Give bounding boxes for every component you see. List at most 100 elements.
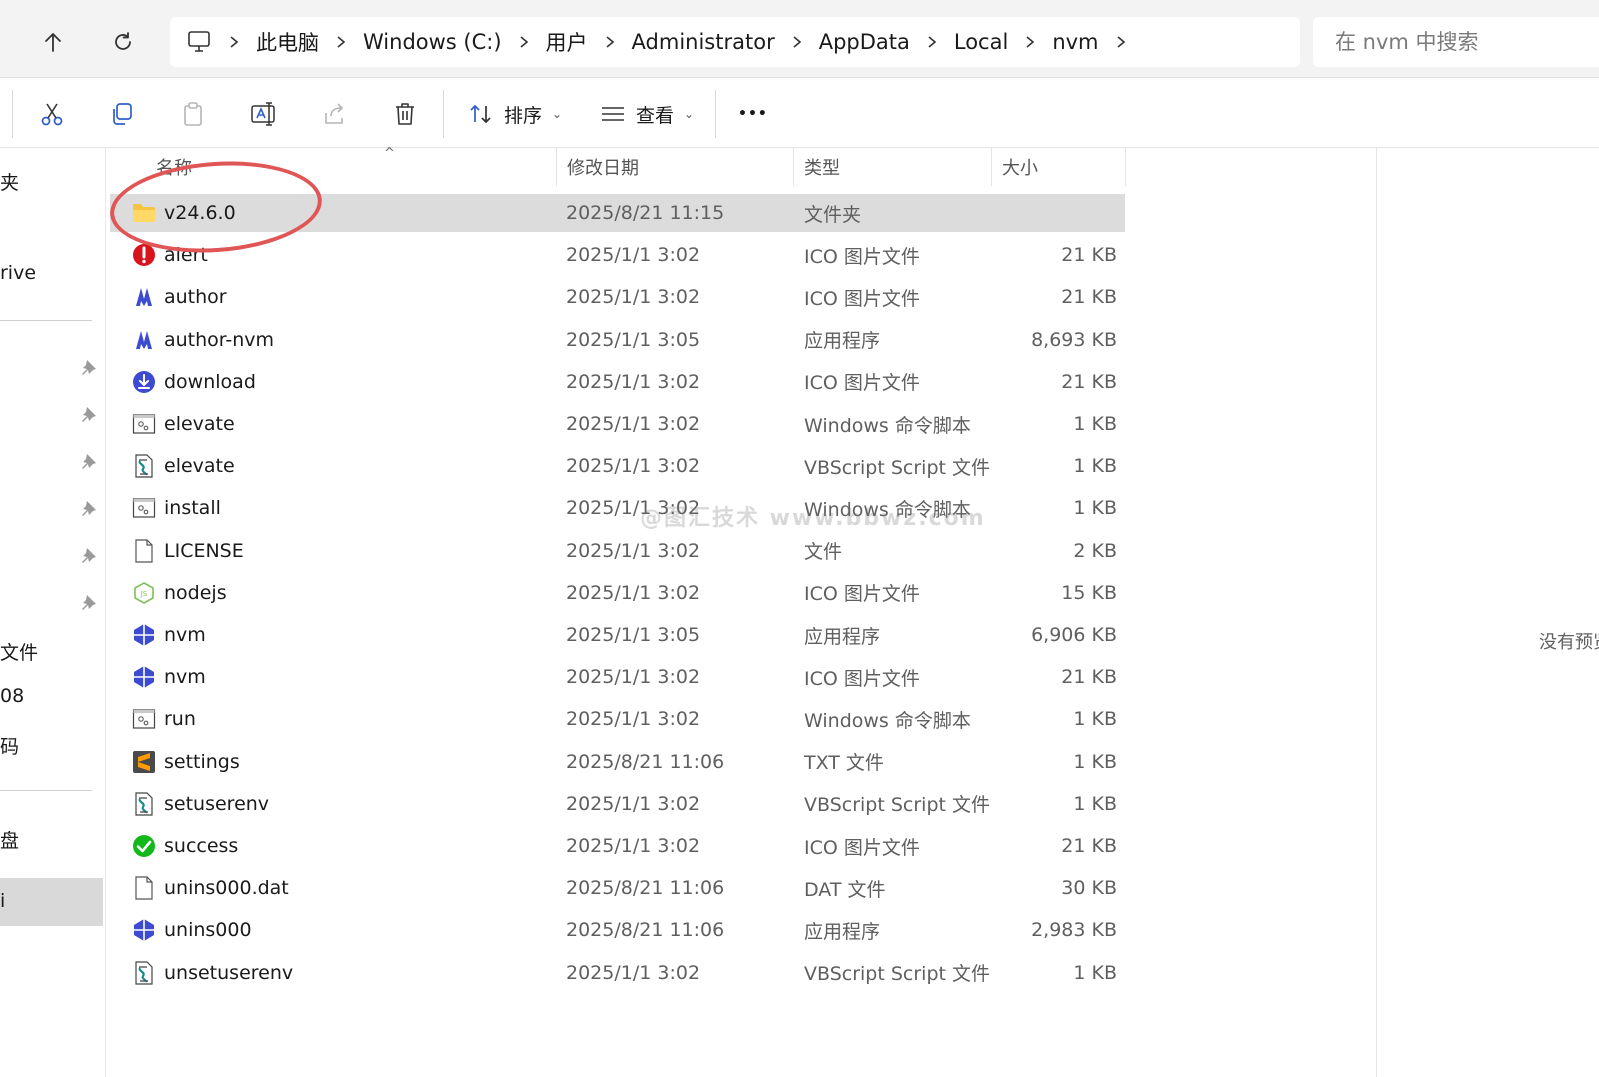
file-name-cell[interactable]: run	[132, 707, 196, 731]
chevron-right-icon[interactable]	[588, 35, 632, 49]
success-icon	[132, 834, 156, 858]
pin-icon	[80, 546, 100, 566]
sort-button[interactable]: 排序 ⌄	[468, 92, 562, 136]
sidebar-divider	[0, 790, 92, 791]
column-header-label: 修改日期	[567, 158, 639, 179]
file-name-cell[interactable]: nvm	[132, 623, 206, 647]
column-header-size[interactable]: 大小	[992, 148, 1126, 186]
file-name-cell[interactable]: author-nvm	[132, 328, 274, 352]
file-row[interactable]: JS nodejs 2025/1/1 3:02 ICO 图片文件 15 KB	[110, 574, 1125, 612]
file-row[interactable]: nvm 2025/1/1 3:05 应用程序 6,906 KB	[110, 616, 1125, 654]
chevron-right-icon[interactable]	[910, 35, 954, 49]
file-name-cell[interactable]: unsetuserenv	[132, 960, 293, 985]
computer-icon[interactable]	[186, 30, 212, 54]
file-name: nvm	[164, 666, 206, 689]
file-type: DAT 文件	[804, 878, 886, 901]
file-row[interactable]: unins000 2025/8/21 11:06 应用程序 2,983 KB	[110, 911, 1125, 949]
sidebar-item-selected[interactable]: i	[0, 878, 103, 926]
file-name-cell[interactable]: success	[132, 834, 238, 858]
view-list-icon	[600, 104, 626, 124]
file-row[interactable]: LICENSE 2025/1/1 3:02 文件 2 KB	[110, 532, 1125, 570]
chevron-right-icon[interactable]	[212, 35, 256, 49]
column-header-label: 类型	[804, 158, 840, 179]
file-name: download	[164, 370, 256, 393]
file-name-cell[interactable]: settings	[132, 750, 240, 774]
file-row[interactable]: unsetuserenv 2025/1/1 3:02 VBScript Script…	[110, 954, 1125, 992]
navigation-pane: 夹 rive 文件 08 码 盘 i	[0, 148, 106, 1077]
file-name-cell[interactable]: author	[132, 285, 227, 309]
file-date: 2025/1/1 3:02	[566, 413, 701, 435]
file-name-cell[interactable]: nvm	[132, 665, 206, 689]
chevron-down-icon: ⌄	[552, 107, 563, 121]
crumb-users[interactable]: 用户	[546, 27, 588, 57]
pin-icon	[80, 405, 100, 425]
sidebar-item-label[interactable]: 08	[0, 685, 24, 707]
file-date: 2025/1/1 3:02	[566, 286, 701, 309]
file-row[interactable]: author-nvm 2025/1/1 3:05 应用程序 8,693 KB	[110, 321, 1125, 359]
sidebar-item-label[interactable]: rive	[0, 262, 36, 284]
sidebar-divider	[0, 320, 92, 321]
file-name-cell[interactable]: elevate	[132, 412, 235, 436]
refresh-icon[interactable]	[103, 22, 143, 62]
cut-icon[interactable]	[30, 92, 74, 136]
crumb-appdata[interactable]: AppData	[819, 30, 910, 54]
sidebar-item-label[interactable]: 文件	[0, 638, 38, 665]
chevron-right-icon[interactable]	[775, 35, 819, 49]
file-name-cell[interactable]: unins000.dat	[132, 876, 289, 900]
file-name-cell[interactable]: JS nodejs	[132, 581, 227, 605]
file-row[interactable]: author 2025/1/1 3:02 ICO 图片文件 21 KB	[110, 278, 1125, 316]
column-header-type[interactable]: 类型	[794, 148, 992, 186]
file-name-cell[interactable]: setuserenv	[132, 792, 269, 816]
crumb-administrator[interactable]: Administrator	[632, 30, 775, 54]
file-name: settings	[164, 750, 240, 773]
up-arrow-icon[interactable]	[33, 22, 73, 62]
file-name-cell[interactable]: download	[132, 370, 256, 394]
share-icon[interactable]	[313, 92, 357, 136]
file-row[interactable]: download 2025/1/1 3:02 ICO 图片文件 21 KB	[110, 363, 1125, 401]
chevron-right-icon[interactable]	[1099, 35, 1143, 49]
file-name-cell[interactable]: unins000	[132, 918, 252, 942]
chevron-right-icon[interactable]	[1008, 35, 1052, 49]
chevron-right-icon[interactable]	[319, 35, 363, 49]
rename-icon[interactable]	[242, 92, 286, 136]
delete-icon[interactable]	[383, 92, 427, 136]
more-options-button[interactable]: •••	[738, 92, 768, 136]
chevron-right-icon[interactable]	[502, 35, 546, 49]
file-date: 2025/8/21 11:15	[566, 202, 725, 224]
file-row[interactable]: setuserenv 2025/1/1 3:02 VBScript Script 文…	[110, 785, 1125, 823]
file-size: 2 KB	[1073, 539, 1117, 562]
crumb-nvm[interactable]: nvm	[1052, 30, 1098, 54]
column-header-date[interactable]: 修改日期	[556, 148, 794, 186]
breadcrumb[interactable]: 此电脑 Windows (C:) 用户 Administrator AppDat…	[170, 17, 1300, 67]
crumb-local[interactable]: Local	[954, 30, 1008, 54]
sidebar-item-label[interactable]: 盘	[0, 826, 19, 853]
file-type: ICO 图片文件	[804, 836, 920, 859]
chevron-down-icon: ⌄	[684, 107, 695, 121]
crumb-windows-c[interactable]: Windows (C:)	[363, 30, 502, 54]
file-name: run	[164, 708, 196, 731]
search-input[interactable]	[1335, 30, 1595, 54]
file-row[interactable]: run 2025/1/1 3:02 Windows 命令脚本 1 KB	[110, 700, 1125, 738]
file-row[interactable]: nvm 2025/1/1 3:02 ICO 图片文件 21 KB	[110, 658, 1125, 696]
file-date: 2025/8/21 11:06	[566, 877, 725, 900]
file-name-cell[interactable]: elevate	[132, 454, 235, 478]
file-date: 2025/1/1 3:02	[566, 792, 701, 815]
nodejs-icon: JS	[132, 581, 156, 605]
file-row[interactable]: unins000.dat 2025/8/21 11:06 DAT 文件 30 KB	[110, 869, 1125, 907]
file-name-cell[interactable]: install	[132, 496, 221, 520]
file-row[interactable]: elevate 2025/1/1 3:02 VBScript Script 文件 1 …	[110, 447, 1125, 485]
paste-icon[interactable]	[171, 92, 215, 136]
file-row[interactable]: settings 2025/8/21 11:06 TXT 文件 1 KB	[110, 743, 1125, 781]
file-name-cell[interactable]: LICENSE	[132, 538, 244, 563]
sidebar-item-label[interactable]: 码	[0, 732, 19, 759]
view-button[interactable]: 查看 ⌄	[600, 92, 694, 136]
copy-icon[interactable]	[100, 92, 144, 136]
file-row[interactable]: success 2025/1/1 3:02 ICO 图片文件 21 KB	[110, 827, 1125, 865]
search-box[interactable]	[1313, 17, 1599, 67]
file-name: unins000.dat	[164, 877, 289, 900]
sidebar-item-label[interactable]: 夹	[0, 168, 19, 195]
file-row[interactable]: elevate 2025/1/1 3:02 Windows 命令脚本 1 KB	[110, 405, 1125, 443]
crumb-this-pc[interactable]: 此电脑	[256, 27, 319, 57]
file-type: VBScript Script 文件	[804, 794, 990, 817]
file-size: 21 KB	[1061, 666, 1117, 689]
